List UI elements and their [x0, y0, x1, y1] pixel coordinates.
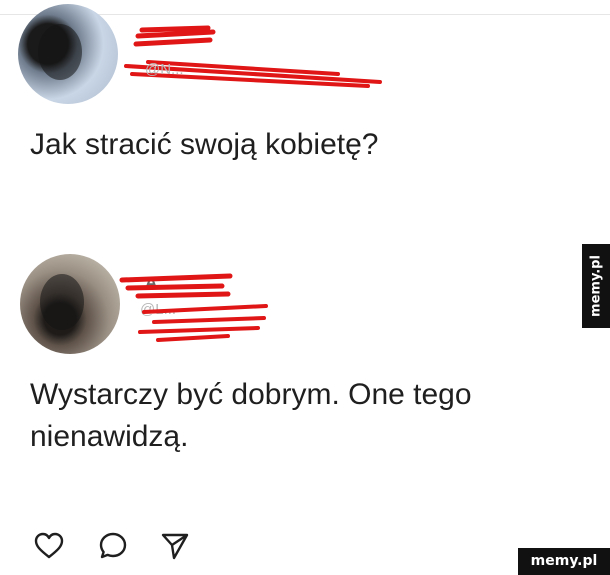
comment-button[interactable]	[98, 531, 128, 561]
heart-icon	[34, 532, 64, 559]
post-text: Wystarczy być dobrym. One tego nienawidz…	[30, 378, 472, 453]
watermark-text: memy.pl	[588, 255, 604, 317]
avatar[interactable]	[18, 4, 118, 104]
send-arrow-icon	[161, 533, 189, 560]
post-text: Jak stracić swoją kobietę?	[30, 128, 379, 161]
avatar[interactable]	[20, 254, 120, 354]
user-handle[interactable]: @N...	[145, 61, 184, 78]
share-button[interactable]	[160, 531, 190, 561]
censor-scribble	[124, 25, 382, 88]
like-button[interactable]	[34, 531, 64, 561]
watermark-side: memy.pl	[582, 244, 610, 328]
action-bar	[34, 531, 234, 567]
comment-bubble-icon	[99, 532, 127, 559]
watermark-corner: memy.pl	[518, 548, 610, 575]
censor-scribble	[119, 273, 268, 342]
